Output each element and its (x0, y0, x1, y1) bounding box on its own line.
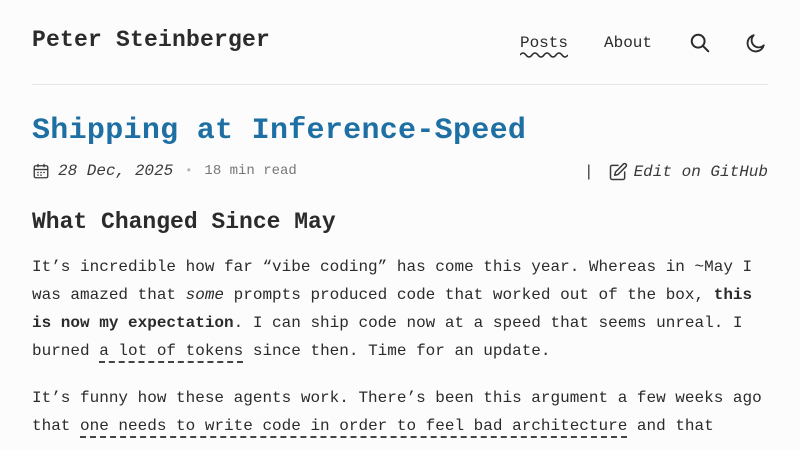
paragraph-1-text-4: since then. Time for an update. (243, 342, 551, 360)
nav-about-link[interactable]: About (604, 34, 652, 52)
meta-dot-separator: • (185, 164, 193, 178)
paragraph-1-text-2: prompts produced code that worked out of… (224, 286, 714, 304)
theme-toggle-button[interactable] (744, 31, 768, 55)
main-nav: Posts About (519, 28, 768, 58)
moon-icon (746, 34, 765, 53)
calendar-icon (33, 163, 49, 179)
search-button[interactable] (688, 31, 712, 55)
read-time: 18 min read (204, 163, 297, 179)
nav-posts-link[interactable]: Posts (519, 34, 568, 58)
edit-icon (609, 162, 627, 181)
section-heading: What Changed Since May (32, 209, 336, 235)
meta-pipe-separator: | (583, 163, 594, 181)
active-wavy-underline (519, 52, 568, 58)
site-header: Peter Steinberger Posts About (32, 0, 768, 85)
post-meta-left: 28 Dec, 2025 • 18 min read (32, 162, 297, 180)
paragraph-2: It’s funny how these agents work. There’… (32, 384, 772, 440)
post-date: 28 Dec, 2025 (58, 162, 174, 180)
nav-posts-label: Posts (519, 34, 568, 52)
page: Peter Steinberger Posts About Shipping a… (0, 0, 800, 450)
search-icon (690, 33, 710, 53)
tokens-link[interactable]: a lot of tokens (99, 342, 244, 363)
post-title: Shipping at Inference-Speed (32, 114, 527, 148)
paragraph-2-text-2: and that (627, 417, 714, 435)
site-title[interactable]: Peter Steinberger (32, 27, 270, 53)
paragraph-1-emphasis: some (185, 286, 225, 304)
edit-on-github-label: Edit on GitHub (633, 163, 768, 181)
architecture-link[interactable]: one needs to write code in order to feel… (80, 417, 628, 438)
edit-on-github-link[interactable]: Edit on GitHub (608, 162, 768, 182)
post-meta-right: | Edit on GitHub (584, 162, 768, 182)
paragraph-1: It’s incredible how far “vibe coding” ha… (32, 253, 772, 365)
post-meta: 28 Dec, 2025 • 18 min read | Edit on Git… (32, 162, 768, 184)
